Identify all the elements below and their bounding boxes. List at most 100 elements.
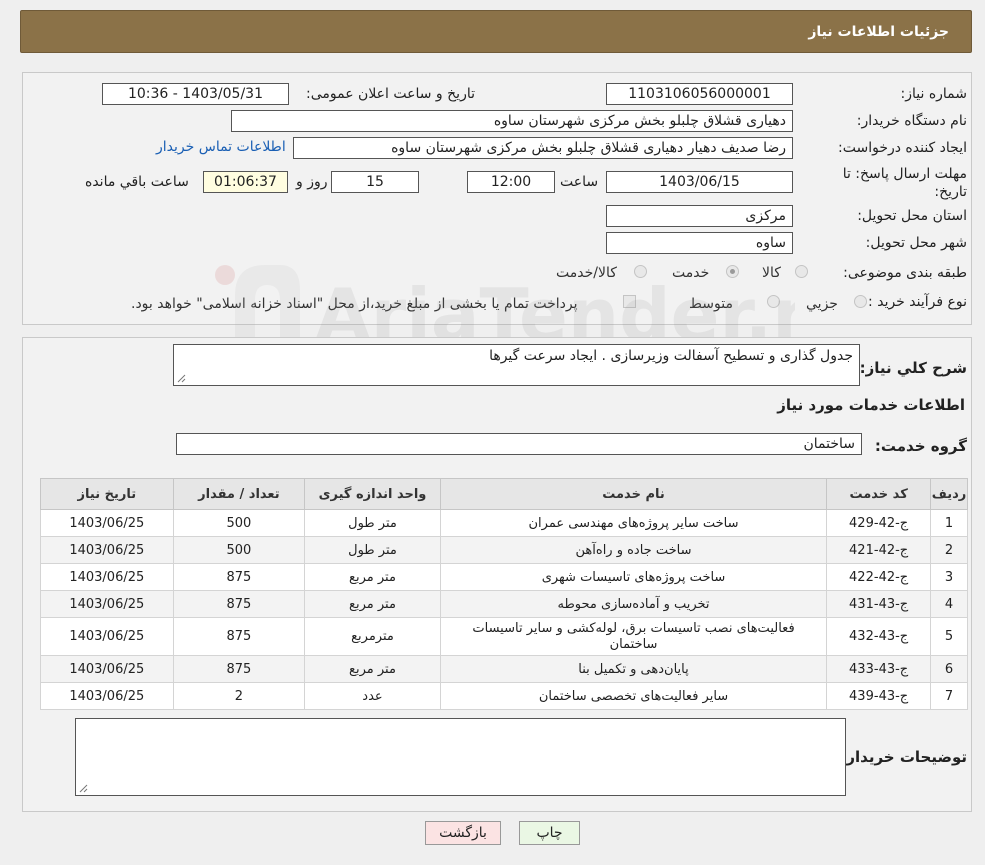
- category-service-label: خدمت: [672, 265, 710, 281]
- category-goods-service-label: کالا/خدمت: [556, 265, 617, 281]
- need-date: 1403/06/25: [40, 563, 174, 591]
- table-row: 5 ج-43-432 فعالیت‌های نصب تاسیسات برق، لول…: [40, 617, 968, 656]
- summary-label: شرح کلي نياز:: [859, 359, 967, 377]
- row-number: 3: [930, 563, 968, 591]
- print-button[interactable]: چاپ: [519, 821, 580, 845]
- table-row: 7 ج-43-439 سایر فعالیت‌های تخصصی ساختمان عد…: [40, 682, 968, 710]
- quantity: 875: [172, 590, 306, 618]
- col-unit: واحد اندازه گیری: [304, 478, 441, 510]
- city-label: شهر محل تحویل:: [865, 235, 967, 251]
- category-label: طبقه بندی موضوعی:: [843, 265, 967, 281]
- service-code: ج-42-421: [826, 536, 932, 564]
- quantity: 875: [172, 655, 306, 683]
- summary-textarea[interactable]: جدول گذاری و تسطیح آسفالت وزیرسازی . ایج…: [173, 344, 860, 386]
- remaining-time-field: 01:06:37: [203, 171, 288, 193]
- need-date: 1403/06/25: [40, 536, 174, 564]
- announce-datetime-field: 1403/05/31 - 10:36: [102, 83, 289, 105]
- unit: متر طول: [304, 509, 441, 537]
- row-number: 5: [930, 617, 968, 656]
- service-group-field: ساختمان: [176, 433, 862, 455]
- need-date: 1403/06/25: [40, 509, 174, 537]
- remaining-time-label: ساعت باقي مانده: [85, 174, 189, 190]
- col-quantity: تعداد / مقدار: [172, 478, 306, 510]
- deadline-date-field: 1403/06/15: [606, 171, 793, 193]
- quantity: 875: [172, 563, 306, 591]
- category-goods-service-radio[interactable]: [634, 265, 647, 278]
- service-name: ساخت جاده و راه‌آهن: [439, 536, 828, 564]
- need-date: 1403/06/25: [40, 682, 174, 710]
- services-section-title: اطلاعات خدمات مورد نياز: [777, 396, 965, 414]
- col-service-code: کد خدمت: [826, 478, 932, 510]
- purchase-type-label: نوع فرآیند خرید :: [868, 294, 967, 310]
- need-number-field: 1103106056000001: [606, 83, 793, 105]
- service-name: پایان‌دهی و تکمیل بنا: [439, 655, 828, 683]
- province-label: استان محل تحویل:: [857, 208, 967, 224]
- page-title-bar: جزئیات اطلاعات نیاز: [20, 10, 972, 53]
- need-number-label: شماره نیاز:: [900, 86, 968, 102]
- service-name: ساخت پروژه‌های تاسیسات شهری: [439, 563, 828, 591]
- purchase-medium-label: متوسط: [689, 296, 733, 312]
- table-row: 1 ج-42-429 ساخت سایر پروژه‌های مهندسی عمرا…: [40, 509, 968, 537]
- service-group-label: گروه خدمت:: [874, 437, 967, 455]
- category-service-radio[interactable]: [726, 265, 739, 278]
- province-field: مرکزی: [606, 205, 793, 227]
- row-number: 2: [930, 536, 968, 564]
- unit: عدد: [304, 682, 441, 710]
- category-goods-radio[interactable]: [795, 265, 808, 278]
- announce-datetime-label: تاریخ و ساعت اعلان عمومی:: [306, 86, 475, 102]
- service-name: فعالیت‌های نصب تاسیسات برق، لوله‌کشی و س…: [439, 617, 828, 656]
- deadline-time-label: ساعت: [560, 174, 599, 190]
- row-number: 7: [930, 682, 968, 710]
- purchase-minor-radio[interactable]: [854, 295, 867, 308]
- unit: متر مربع: [304, 590, 441, 618]
- resize-grip-icon[interactable]: [177, 374, 186, 383]
- treasury-payment-checkbox[interactable]: [623, 295, 636, 308]
- buyer-org-field: دهیاری قشلاق چلبلو بخش مرکزی شهرستان ساو…: [231, 110, 793, 132]
- buyer-contact-link[interactable]: اطلاعات تماس خریدار: [156, 139, 286, 155]
- purchase-minor-label: جزيي: [806, 296, 838, 312]
- service-code: ج-43-431: [826, 590, 932, 618]
- service-code: ج-42-422: [826, 563, 932, 591]
- deadline-days-field: 15: [331, 171, 419, 193]
- deadline-label: مهلت ارسال پاسخ: تا تاریخ:: [842, 166, 967, 200]
- requester-field: رضا صدیف دهیار دهیاری قشلاق چلبلو بخش مر…: [293, 137, 793, 159]
- need-date: 1403/06/25: [40, 617, 174, 656]
- table-row: 6 ج-43-433 پایان‌دهی و تکمیل بنا متر مربع 87…: [40, 655, 968, 683]
- page-title: جزئیات اطلاعات نیاز: [808, 24, 949, 40]
- row-number: 4: [930, 590, 968, 618]
- unit: متر طول: [304, 536, 441, 564]
- quantity: 875: [172, 617, 306, 656]
- col-need-date: تاریخ نیاز: [40, 478, 174, 510]
- need-date: 1403/06/25: [40, 655, 174, 683]
- quantity: 500: [172, 509, 306, 537]
- table-header-row: ردیف کد خدمت نام خدمت واحد اندازه گیری ت…: [40, 478, 968, 510]
- row-number: 6: [930, 655, 968, 683]
- service-name: سایر فعالیت‌های تخصصی ساختمان: [439, 682, 828, 710]
- deadline-time-field: 12:00: [467, 171, 555, 193]
- table-row: 3 ج-42-422 ساخت پروژه‌های تاسیسات شهری متر …: [40, 563, 968, 591]
- buyer-notes-label: توضیحات خریدار:: [840, 748, 967, 766]
- resize-grip-icon[interactable]: [79, 784, 88, 793]
- quantity: 500: [172, 536, 306, 564]
- service-code: ج-43-433: [826, 655, 932, 683]
- unit: متر مربع: [304, 563, 441, 591]
- city-field: ساوه: [606, 232, 793, 254]
- back-button[interactable]: بازگشت: [425, 821, 501, 845]
- unit: مترمربع: [304, 617, 441, 656]
- purchase-medium-radio[interactable]: [767, 295, 780, 308]
- unit: متر مربع: [304, 655, 441, 683]
- treasury-payment-note: پرداخت تمام یا بخشی از مبلغ خرید،از محل …: [131, 296, 578, 312]
- table-row: 2 ج-42-421 ساخت جاده و راه‌آهن متر طول 500 14…: [40, 536, 968, 564]
- need-date: 1403/06/25: [40, 590, 174, 618]
- deadline-days-label: روز و: [296, 174, 328, 190]
- category-goods-label: کالا: [762, 265, 781, 281]
- table-row: 4 ج-43-431 تخریب و آماده‌سازی محوطه متر مرب…: [40, 590, 968, 618]
- service-code: ج-43-439: [826, 682, 932, 710]
- row-number: 1: [930, 509, 968, 537]
- col-service-name: نام خدمت: [439, 478, 828, 510]
- service-name: ساخت سایر پروژه‌های مهندسی عمران: [439, 509, 828, 537]
- buyer-notes-textarea[interactable]: [75, 718, 846, 796]
- service-code: ج-42-429: [826, 509, 932, 537]
- service-code: ج-43-432: [826, 617, 932, 656]
- buyer-org-label: نام دستگاه خریدار:: [856, 113, 967, 129]
